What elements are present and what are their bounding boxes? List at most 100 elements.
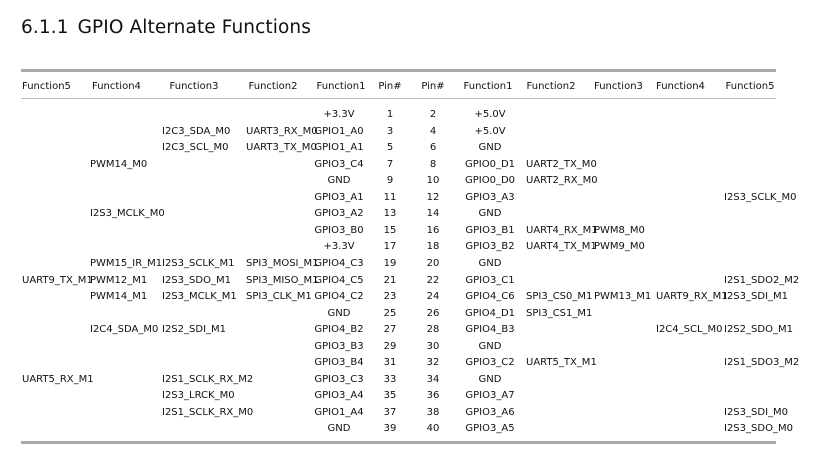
table-cell: PWM14_M0 [90, 158, 148, 170]
table-cell: GND [478, 257, 502, 269]
table-cell: UART9_RX_M1 [656, 291, 728, 303]
table-cell: 32 [426, 357, 440, 369]
table-cell: +5.0V [474, 125, 506, 137]
table-cell: 27 [383, 324, 397, 336]
table-cell: GPIO4_C2 [314, 291, 364, 303]
table-cell: GND [478, 142, 502, 154]
column-header: Pin# [378, 81, 402, 92]
table-top-rule [21, 69, 776, 72]
table-cell: GPIO3_A4 [314, 390, 364, 402]
table-cell: 17 [383, 241, 397, 253]
table-cell: UART2_RX_M0 [526, 175, 598, 187]
table-cell: 23 [383, 291, 397, 303]
table-cell: 24 [426, 291, 440, 303]
table-cell: GPIO4_D1 [464, 307, 516, 319]
table-cell: 4 [429, 125, 437, 137]
table-cell: I2S3_SDI_M0 [724, 406, 789, 418]
table-cell: I2C3_SCL_M0 [162, 142, 229, 154]
table-cell: SPI3_MISO_M1 [246, 274, 319, 286]
table-cell: PWM12_M1 [90, 274, 148, 286]
table-cell: GND [478, 208, 502, 220]
table-cell: I2C4_SDA_M0 [90, 324, 159, 336]
table-cell: 29 [383, 340, 397, 352]
table-cell: I2S3_SCLK_M1 [162, 257, 235, 269]
table-header-rule [21, 98, 776, 99]
table-cell: 20 [426, 257, 440, 269]
table-cell: I2S3_SDO_M0 [724, 423, 793, 435]
table-cell: GPIO3_B0 [314, 224, 364, 236]
table-cell: +5.0V [474, 109, 506, 120]
table-cell: I2S1_SCLK_RX_M0 [162, 406, 254, 418]
table-cell: 11 [383, 191, 397, 203]
table-cell: 19 [383, 257, 397, 269]
table-cell: GND [478, 373, 502, 385]
table-cell: 21 [383, 274, 397, 286]
table-cell: PWM9_M0 [594, 241, 645, 253]
section-title: 6.1.1 GPIO Alternate Functions [21, 17, 311, 38]
table-cell: 12 [426, 191, 440, 203]
table-cell: I2S1_SDO2_M2 [724, 274, 800, 286]
table-cell: 38 [426, 406, 440, 418]
table-cell: GPIO3_B2 [465, 241, 515, 253]
table-cell: UART5_TX_M1 [526, 357, 597, 369]
table-cell: 18 [426, 241, 440, 253]
table-cell: I2S3_MCLK_M1 [162, 291, 237, 303]
column-header: Function3 [169, 81, 219, 92]
table-cell: 15 [383, 224, 397, 236]
table-cell: GPIO4_C3 [314, 257, 364, 269]
table-cell: 33 [383, 373, 397, 385]
table-cell: 22 [426, 274, 440, 286]
table-cell: I2S3_MCLK_M0 [90, 208, 165, 220]
table-cell: GPIO3_C2 [465, 357, 515, 369]
table-cell: 36 [426, 390, 440, 402]
table-cell: +3.3V [323, 109, 355, 120]
table-cell: 26 [426, 307, 440, 319]
table-cell: GPIO3_C3 [314, 373, 364, 385]
table-cell: GPIO3_B1 [465, 224, 515, 236]
table-cell: GND [327, 423, 351, 435]
table-cell: I2S3_SDO_M1 [162, 274, 231, 286]
table-cell: I2S2_SDO_M1 [724, 324, 793, 336]
table-cell: 13 [383, 208, 397, 220]
column-header: Function2 [526, 81, 576, 92]
table-bottom-rule [21, 441, 776, 444]
table-cell: I2S3_SCLK_M0 [724, 191, 797, 203]
table-cell: GND [327, 175, 351, 187]
table-cell: GPIO3_A3 [465, 191, 515, 203]
column-header: Function4 [656, 81, 705, 92]
table-cell: I2S2_SDI_M1 [162, 324, 227, 336]
table-cell: 5 [386, 142, 394, 154]
table-cell: GPIO1_A4 [314, 406, 364, 418]
column-header: Function5 [22, 81, 71, 92]
table-cell: UART3_TX_M0 [246, 142, 317, 154]
table-cell: GPIO4_B2 [314, 324, 364, 336]
table-cell: 9 [386, 175, 394, 187]
column-header: Function5 [725, 81, 775, 92]
table-cell: GPIO3_B3 [314, 340, 364, 352]
table-cell: GPIO3_A5 [465, 423, 515, 435]
column-header: Function1 [463, 81, 513, 92]
table-cell: SPI3_CS0_M1 [526, 291, 593, 303]
table-cell: 37 [383, 406, 397, 418]
table-cell: UART4_TX_M1 [526, 241, 597, 253]
table-cell: UART2_TX_M0 [526, 158, 597, 170]
table-cell: 39 [383, 423, 397, 435]
table-cell: I2S1_SCLK_RX_M2 [162, 373, 254, 385]
table-cell: 40 [426, 423, 440, 435]
table-cell: 7 [386, 158, 394, 170]
table-cell: GPIO3_C4 [314, 158, 364, 170]
table-cell: PWM15_IR_M1 [90, 257, 163, 269]
table-cell: UART3_RX_M0 [246, 125, 318, 137]
table-cell: UART9_TX_M1 [22, 274, 93, 286]
table-cell: 31 [383, 357, 397, 369]
table-cell: UART5_RX_M1 [22, 373, 94, 385]
table-cell: GPIO3_A7 [465, 390, 515, 402]
table-cell: I2C3_SDA_M0 [162, 125, 231, 137]
table-cell: 30 [426, 340, 440, 352]
table-cell: 35 [383, 390, 397, 402]
table-cell: 25 [383, 307, 397, 319]
column-header: Function3 [594, 81, 643, 92]
table-cell: 2 [429, 109, 437, 120]
table-cell: I2C4_SCL_M0 [656, 324, 723, 336]
table-cell: GPIO4_C6 [465, 291, 515, 303]
